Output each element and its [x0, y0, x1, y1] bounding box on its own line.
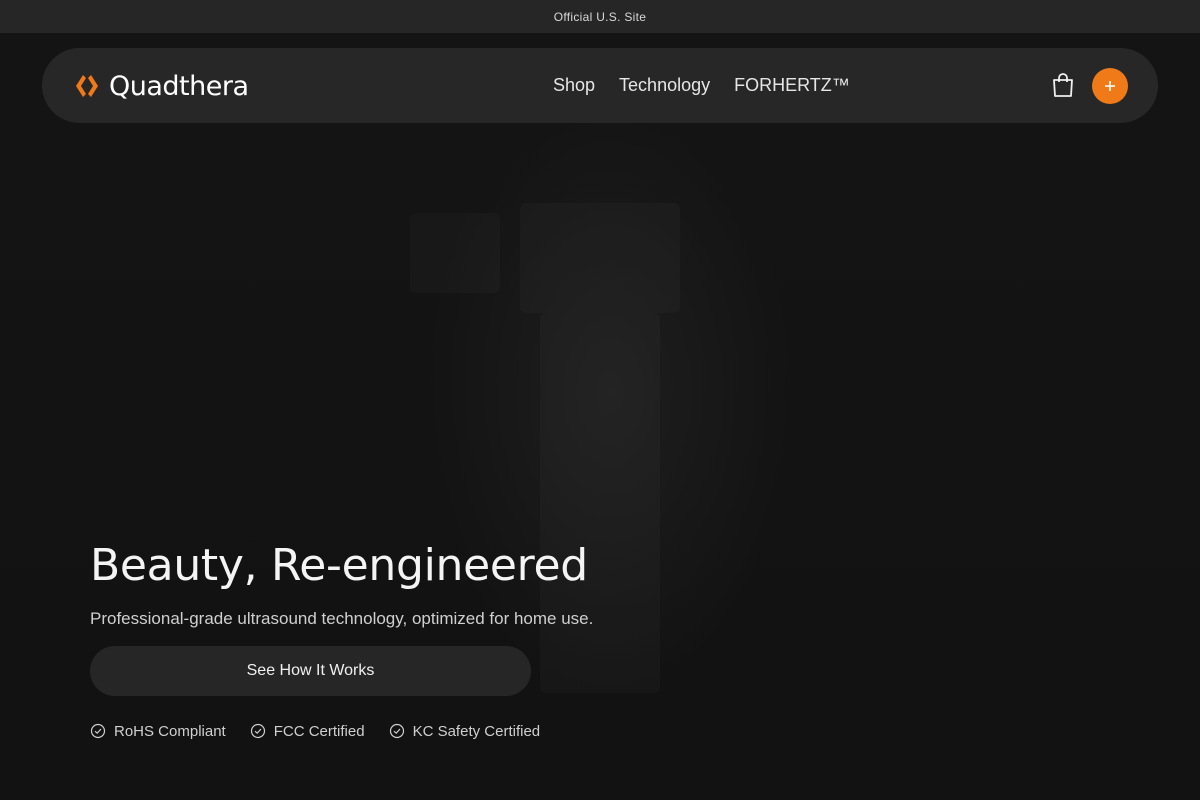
- check-circle-icon: [250, 723, 265, 739]
- product-silhouette-side: [410, 213, 500, 293]
- nav-links: Shop Technology FORHERTZ™: [553, 48, 850, 123]
- certification-item: KC Safety Certified: [389, 722, 541, 740]
- nav-link-forhertz[interactable]: FORHERTZ™: [734, 75, 850, 96]
- hero-headline: Beauty, Re-engineered: [90, 540, 588, 591]
- brand-name: Quadthera: [109, 70, 249, 102]
- certification-label: RoHS Compliant: [114, 722, 226, 740]
- nav-link-technology[interactable]: Technology: [619, 75, 710, 96]
- see-how-it-works-button[interactable]: See How It Works: [90, 646, 531, 696]
- plus-button[interactable]: [1092, 68, 1128, 104]
- certification-item: RoHS Compliant: [90, 723, 226, 740]
- check-circle-icon: [389, 723, 404, 739]
- product-silhouette: [520, 203, 680, 313]
- brand-logo-mark-icon: [76, 75, 98, 97]
- plus-icon: [1105, 81, 1115, 91]
- nav-link-shop[interactable]: Shop: [553, 75, 595, 96]
- announcement-text: Official U.S. Site: [553, 9, 647, 24]
- hero-subtitle: Professional-grade ultrasound technology…: [90, 609, 594, 628]
- brand-logo[interactable]: Quadthera: [73, 70, 249, 102]
- product-silhouette-body: [540, 313, 660, 693]
- certification-label: KC Safety Certified: [412, 722, 541, 740]
- shopping-bag-icon: [1053, 73, 1073, 97]
- certifications-list: RoHS Compliant FCC Certified KC Safety C…: [90, 720, 540, 742]
- certification-item: FCC Certified: [250, 723, 365, 740]
- announcement-bar: Official U.S. Site: [0, 0, 1200, 33]
- certification-label: FCC Certified: [273, 722, 365, 740]
- cart-button[interactable]: [1048, 70, 1078, 100]
- check-circle-icon: [90, 723, 106, 739]
- main-navbar: Quadthera Shop Technology FORHERTZ™: [42, 48, 1158, 123]
